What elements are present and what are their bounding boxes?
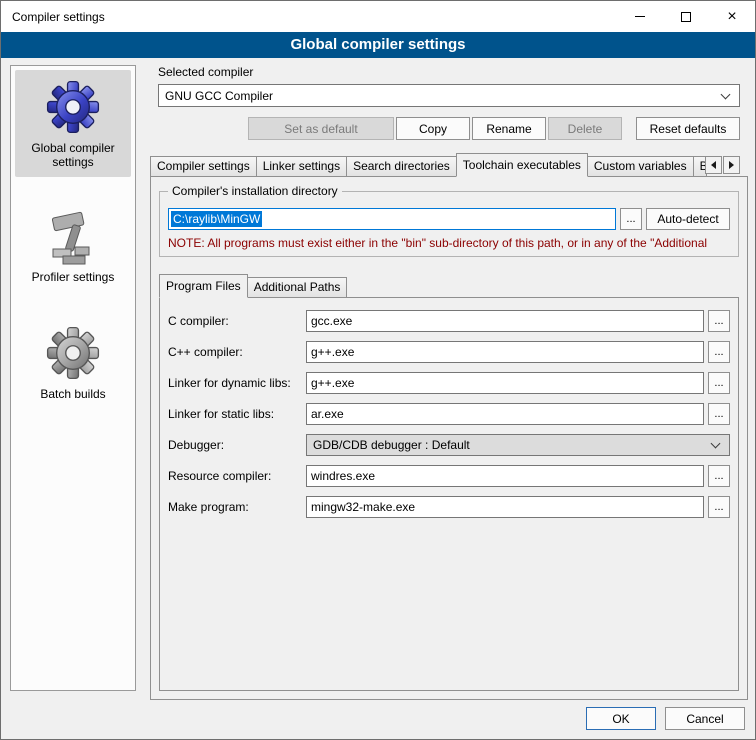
field-row-linker-static: Linker for static libs: ...: [168, 403, 730, 425]
settings-tabs: Compiler settings Linker settings Search…: [150, 152, 748, 176]
auto-detect-button[interactable]: Auto-detect: [646, 208, 730, 230]
linker-static-label: Linker for static libs:: [168, 407, 306, 421]
sidebar-item-batch-builds[interactable]: Batch builds: [15, 316, 131, 409]
dialog-footer: OK Cancel: [586, 707, 745, 730]
field-row-resource-compiler: Resource compiler: ...: [168, 465, 730, 487]
tab-toolchain-executables[interactable]: Toolchain executables: [456, 153, 588, 177]
close-icon: ×: [727, 9, 736, 25]
sidebar-item-label: Batch builds: [40, 387, 105, 401]
tab-custom-variables[interactable]: Custom variables: [587, 156, 694, 176]
linker-dynamic-label: Linker for dynamic libs:: [168, 376, 306, 390]
c-compiler-label: C compiler:: [168, 314, 306, 328]
installation-directory-group: Compiler's installation directory C:\ray…: [159, 191, 739, 257]
sidebar: Global compiler settings Profiler settin…: [10, 65, 136, 691]
ok-button[interactable]: OK: [586, 707, 656, 730]
debugger-select[interactable]: GDB/CDB debugger : Default: [306, 434, 730, 456]
field-row-debugger: Debugger: GDB/CDB debugger : Default: [168, 434, 730, 456]
set-as-default-button[interactable]: Set as default: [248, 117, 394, 140]
resource-compiler-label: Resource compiler:: [168, 469, 306, 483]
compiler-select-value: GNU GCC Compiler: [165, 89, 273, 103]
linker-dynamic-browse-button[interactable]: ...: [708, 372, 730, 394]
tab-scroll-left-button[interactable]: [705, 156, 722, 174]
tab-additional-paths[interactable]: Additional Paths: [247, 277, 348, 297]
program-tabs: Program Files Additional Paths: [159, 273, 739, 297]
linker-static-browse-button[interactable]: ...: [708, 403, 730, 425]
profiler-tool-icon: [47, 209, 99, 265]
titlebar: Compiler settings ×: [1, 1, 755, 32]
tab-compiler-settings[interactable]: Compiler settings: [150, 156, 257, 176]
minimize-button[interactable]: [617, 1, 663, 32]
tab-linker-settings[interactable]: Linker settings: [256, 156, 347, 176]
field-row-cpp-compiler: C++ compiler: ...: [168, 341, 730, 363]
field-row-c-compiler: C compiler: ...: [168, 310, 730, 332]
selected-compiler-label: Selected compiler: [158, 65, 740, 79]
arrow-left-icon: [711, 161, 716, 169]
gray-gear-icon: [44, 324, 102, 382]
cpp-compiler-input[interactable]: [306, 341, 704, 363]
compiler-select[interactable]: GNU GCC Compiler: [158, 84, 740, 107]
arrow-right-icon: [729, 161, 734, 169]
chevron-down-icon: [711, 439, 721, 449]
main-area: Selected compiler GNU GCC Compiler Set a…: [150, 63, 748, 700]
maximize-icon: [681, 12, 691, 22]
toolchain-executables-panel: Compiler's installation directory C:\ray…: [150, 176, 748, 700]
field-row-linker-dynamic: Linker for dynamic libs: ...: [168, 372, 730, 394]
chevron-down-icon: [721, 89, 731, 99]
cpp-compiler-label: C++ compiler:: [168, 345, 306, 359]
close-button[interactable]: ×: [709, 1, 755, 32]
page-title: Global compiler settings: [1, 32, 755, 58]
sidebar-item-global-compiler-settings[interactable]: Global compiler settings: [15, 70, 131, 177]
minimize-icon: [635, 16, 645, 17]
debugger-select-value: GDB/CDB debugger : Default: [313, 438, 470, 452]
sidebar-item-label: Global compiler settings: [31, 141, 114, 169]
window-title: Compiler settings: [1, 10, 105, 24]
linker-dynamic-input[interactable]: [306, 372, 704, 394]
tab-scroll-right-button[interactable]: [723, 156, 740, 174]
debugger-label: Debugger:: [168, 438, 306, 452]
delete-button[interactable]: Delete: [548, 117, 622, 140]
installation-directory-group-title: Compiler's installation directory: [168, 184, 342, 198]
rename-button[interactable]: Rename: [472, 117, 546, 140]
tab-program-files[interactable]: Program Files: [159, 274, 248, 298]
make-program-browse-button[interactable]: ...: [708, 496, 730, 518]
installation-directory-input[interactable]: C:\raylib\MinGW: [168, 208, 616, 230]
c-compiler-browse-button[interactable]: ...: [708, 310, 730, 332]
bin-subdirectory-note: NOTE: All programs must exist either in …: [168, 236, 730, 250]
cancel-button[interactable]: Cancel: [665, 707, 745, 730]
sidebar-item-label: Profiler settings: [32, 270, 115, 284]
window-controls: ×: [617, 1, 755, 32]
maximize-button[interactable]: [663, 1, 709, 32]
tab-scroll-arrows: [705, 156, 740, 174]
browse-directory-button[interactable]: ...: [620, 208, 642, 230]
make-program-input[interactable]: [306, 496, 704, 518]
gear-icon: [44, 78, 102, 136]
tab-search-directories[interactable]: Search directories: [346, 156, 457, 176]
compiler-actions: Set as default Copy Rename Delete Reset …: [158, 117, 740, 140]
make-program-label: Make program:: [168, 500, 306, 514]
sidebar-item-profiler-settings[interactable]: Profiler settings: [15, 201, 131, 292]
c-compiler-input[interactable]: [306, 310, 704, 332]
installation-directory-row: C:\raylib\MinGW ... Auto-detect: [168, 208, 730, 230]
linker-static-input[interactable]: [306, 403, 704, 425]
cpp-compiler-browse-button[interactable]: ...: [708, 341, 730, 363]
program-files-panel: C compiler: ... C++ compiler: ... Linker…: [159, 297, 739, 691]
compiler-settings-window: Compiler settings × Global compiler sett…: [0, 0, 756, 740]
resource-compiler-input[interactable]: [306, 465, 704, 487]
copy-button[interactable]: Copy: [396, 117, 470, 140]
resource-compiler-browse-button[interactable]: ...: [708, 465, 730, 487]
field-row-make-program: Make program: ...: [168, 496, 730, 518]
reset-defaults-button[interactable]: Reset defaults: [636, 117, 740, 140]
installation-directory-selected-text: C:\raylib\MinGW: [171, 211, 262, 227]
